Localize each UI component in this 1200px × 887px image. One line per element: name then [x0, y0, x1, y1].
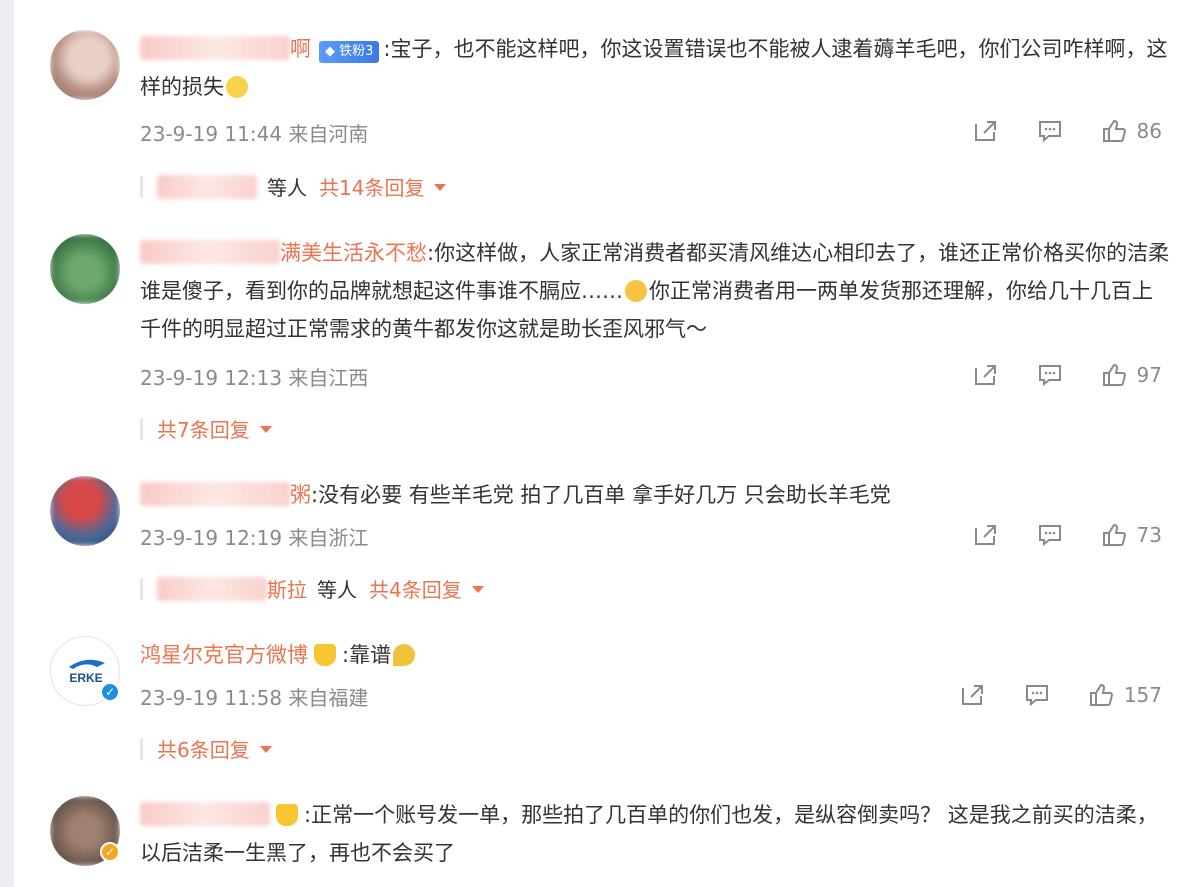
comment-text: 鸿星尔克官方微博 :靠谱	[140, 636, 1170, 674]
caret-down-icon	[434, 184, 447, 191]
comment-meta: 23-9-19 12:19 来自浙江	[140, 522, 368, 551]
thumbs-up-icon	[1102, 523, 1126, 546]
thumbs-up-icon	[1102, 119, 1126, 142]
verified-badge-icon: ✓	[100, 682, 120, 702]
reply-count-link[interactable]: 共4条回复	[369, 574, 484, 603]
share-button[interactable]	[960, 682, 986, 708]
timestamp: 23-9-19 12:19	[140, 526, 283, 550]
avatar[interactable]	[50, 476, 120, 546]
crown-icon	[314, 644, 336, 666]
username[interactable]: 鸿星尔克官方微博	[140, 643, 308, 667]
avatar[interactable]	[50, 234, 120, 304]
username[interactable]: 满美生活永不愁	[280, 241, 427, 265]
comment-meta: 23-9-19 11:58 来自福建	[140, 682, 368, 711]
share-icon	[961, 685, 983, 705]
comment-icon	[1025, 685, 1048, 707]
avatar[interactable]	[50, 30, 120, 100]
location: 来自浙江	[288, 526, 369, 550]
reply-count-link[interactable]: 共14条回复	[319, 172, 447, 201]
share-button[interactable]	[973, 362, 999, 388]
share-button[interactable]	[973, 522, 999, 548]
comment-text: 满美生活永不愁:你这样做，人家正常消费者都买清风维达心相印去了，谁还正常价格买你…	[140, 234, 1170, 348]
caret-down-icon	[259, 426, 272, 433]
username[interactable]: 粥	[290, 483, 311, 507]
location: 来自福建	[288, 686, 369, 710]
reply-summary[interactable]: 斯拉 等人 共4条回复	[140, 574, 484, 603]
reply-names-redacted[interactable]	[157, 174, 257, 199]
reply-summary[interactable]: 共6条回复	[140, 734, 272, 763]
reply-names[interactable]: 斯拉	[267, 574, 307, 603]
share-icon	[974, 121, 996, 141]
share-icon	[974, 525, 996, 545]
thumbs-up-icon	[1089, 683, 1113, 706]
reply-divider	[140, 737, 143, 760]
comment-body: :没有必要 有些羊毛党 拍了几百单 拿手好几万 只会助长羊毛党	[311, 483, 891, 507]
left-rail	[0, 0, 14, 887]
comment-text: 啊 ◆ 铁粉3:宝子，也不能这样吧，你这设置错误也不能被人逮着薅羊毛吧，你们公司咋…	[140, 30, 1170, 106]
username[interactable]: 啊	[290, 37, 311, 61]
comment-button[interactable]	[1024, 682, 1050, 708]
crying-face-icon	[226, 76, 248, 98]
like-count: 157	[1123, 683, 1162, 707]
like-button[interactable]: 86	[1101, 118, 1162, 144]
comment-icon	[1038, 365, 1061, 387]
username-redacted[interactable]	[140, 802, 270, 826]
like-count: 73	[1136, 523, 1162, 547]
comment-actions: 86	[973, 118, 1162, 144]
comment-actions: 97	[973, 362, 1162, 388]
reply-summary[interactable]: 等人 共14条回复	[140, 172, 447, 201]
share-icon	[974, 365, 996, 385]
verified-badge-icon: ✓	[100, 842, 120, 862]
comment-actions: 73	[973, 522, 1162, 548]
username-redacted[interactable]	[140, 36, 290, 60]
comment-icon	[1038, 525, 1061, 547]
comment-meta: 23-9-19 11:44 来自河南	[140, 118, 368, 147]
comment-text: :正常一个账号发一单，那些拍了几百单的你们也发，是纵容倒卖吗？ 这是我之前买的洁…	[140, 796, 1170, 872]
comment-button[interactable]	[1037, 362, 1063, 388]
reply-summary[interactable]: 共7条回复	[140, 414, 272, 443]
reply-divider	[140, 577, 143, 600]
comment-text: 粥:没有必要 有些羊毛党 拍了几百单 拿手好几万 只会助长羊毛党	[140, 476, 1170, 514]
share-button[interactable]	[973, 118, 999, 144]
reply-divider	[140, 175, 143, 198]
location: 来自河南	[288, 122, 369, 146]
reply-count-link[interactable]: 共6条回复	[157, 734, 272, 763]
username-redacted[interactable]	[140, 482, 290, 506]
reply-count-link[interactable]: 共7条回复	[157, 414, 272, 443]
location: 来自江西	[288, 366, 369, 390]
fan-badge: ◆ 铁粉3	[319, 41, 380, 63]
crown-icon	[276, 804, 298, 826]
comment-button[interactable]	[1037, 522, 1063, 548]
like-count: 86	[1136, 119, 1162, 143]
thumbs-up-icon	[1102, 363, 1126, 386]
facepalm-icon	[625, 280, 647, 302]
comment-button[interactable]	[1037, 118, 1063, 144]
comment-actions: 157	[960, 682, 1162, 708]
caret-down-icon	[471, 586, 484, 593]
comment-meta: 23-9-19 12:13 来自江西	[140, 362, 368, 391]
reply-divider	[140, 417, 143, 440]
like-button[interactable]: 157	[1088, 682, 1162, 708]
svg-text:ERKE: ERKE	[69, 671, 102, 685]
reply-names-redacted[interactable]	[157, 576, 267, 601]
comment-icon	[1038, 121, 1061, 143]
timestamp: 23-9-19 12:13	[140, 366, 283, 390]
thumbs-up-emoji-icon	[393, 644, 416, 666]
like-button[interactable]: 73	[1101, 522, 1162, 548]
comment-body: :靠谱	[342, 643, 392, 667]
username-redacted[interactable]	[140, 240, 280, 264]
timestamp: 23-9-19 11:58	[140, 686, 283, 710]
like-count: 97	[1136, 363, 1162, 387]
caret-down-icon	[259, 746, 272, 753]
timestamp: 23-9-19 11:44	[140, 122, 283, 146]
like-button[interactable]: 97	[1101, 362, 1162, 388]
